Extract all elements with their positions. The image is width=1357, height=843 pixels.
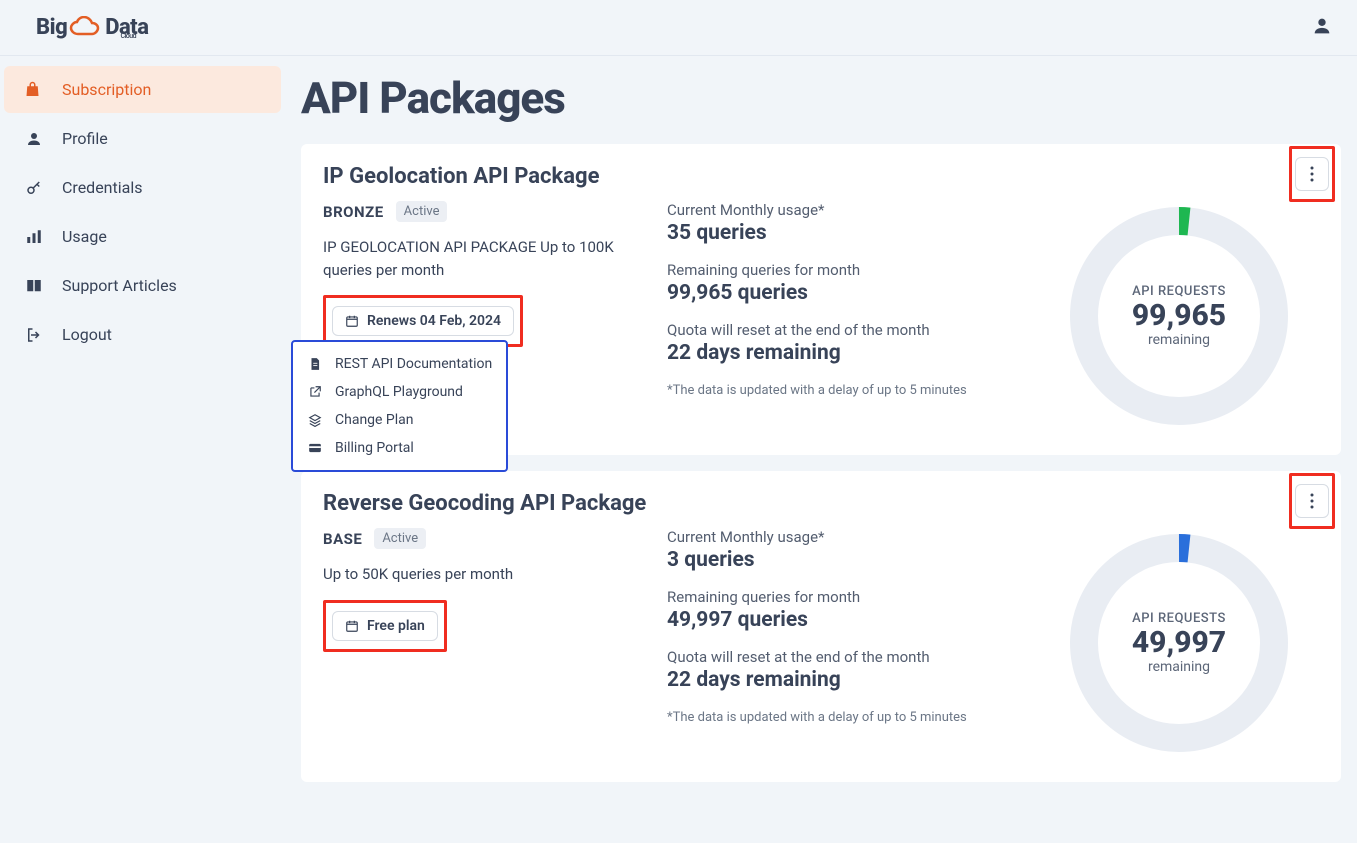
sidebar-item-subscription[interactable]: Subscription	[4, 66, 281, 113]
stat-value: 35 queries	[667, 221, 1015, 245]
package-description: IP GEOLOCATION API PACKAGE Up to 100K qu…	[323, 236, 643, 281]
menu-item-change-plan[interactable]: Change Plan	[293, 406, 506, 434]
stat-label: Quota will reset at the end of the month	[667, 648, 1015, 666]
menu-item-billing[interactable]: Billing Portal	[293, 434, 506, 462]
chart-icon	[24, 228, 44, 246]
more-vertical-icon	[1310, 166, 1314, 182]
stat-value: 49,997 queries	[667, 608, 1015, 632]
sidebar-item-profile[interactable]: Profile	[4, 115, 281, 162]
main-content: API Packages IP Geolocation API Package …	[285, 56, 1357, 843]
menu-item-label: REST API Documentation	[335, 356, 492, 372]
dropdown-menu: REST API Documentation GraphQL Playgroun…	[293, 342, 506, 470]
renewal-chip[interactable]: Renews 04 Feb, 2024	[332, 306, 514, 336]
highlight-box: Free plan	[323, 600, 447, 652]
sidebar-item-label: Logout	[62, 325, 112, 344]
stat-value: 22 days remaining	[667, 341, 1015, 365]
sidebar-item-logout[interactable]: Logout	[4, 311, 281, 358]
sidebar-item-label: Profile	[62, 129, 108, 148]
sidebar-item-label: Credentials	[62, 178, 143, 197]
donut-sub: remaining	[1148, 659, 1210, 675]
sidebar: Subscription Profile Credentials Usage S…	[0, 56, 285, 843]
plan-chip[interactable]: Free plan	[332, 611, 438, 641]
donut-label: API REQUESTS	[1132, 284, 1226, 299]
package-title: IP Geolocation API Package	[323, 164, 599, 189]
donut-chart: API REQUESTS 49,997 remaining	[1064, 528, 1294, 758]
stat-label: Remaining queries for month	[667, 261, 1015, 279]
more-button[interactable]	[1295, 157, 1329, 191]
logo[interactable]: Big Data Cloud	[36, 15, 136, 40]
package-card: Reverse Geocoding API Package BASE Activ…	[301, 471, 1341, 782]
menu-item-graphql[interactable]: GraphQL Playground	[293, 378, 506, 406]
logout-icon	[24, 326, 44, 344]
menu-item-rest-docs[interactable]: REST API Documentation	[293, 350, 506, 378]
credit-card-icon	[307, 441, 323, 455]
calendar-icon	[345, 619, 359, 633]
stat-value: 99,965 queries	[667, 281, 1015, 305]
key-icon	[24, 179, 44, 197]
package-description: Up to 50K queries per month	[323, 563, 643, 586]
donut-value: 99,965	[1132, 299, 1226, 332]
note: *The data is updated with a delay of up …	[667, 381, 1015, 401]
status-badge: Active	[396, 201, 448, 222]
stat-value: 22 days remaining	[667, 668, 1015, 692]
sidebar-item-credentials[interactable]: Credentials	[4, 164, 281, 211]
stat-value: 3 queries	[667, 548, 1015, 572]
donut-value: 49,997	[1132, 626, 1226, 659]
menu-item-label: Billing Portal	[335, 440, 414, 456]
external-link-icon	[307, 385, 323, 399]
stat-label: Current Monthly usage*	[667, 528, 1015, 546]
more-vertical-icon	[1310, 493, 1314, 509]
chip-label: Free plan	[367, 618, 425, 634]
stat-label: Remaining queries for month	[667, 588, 1015, 606]
user-icon[interactable]	[1311, 15, 1333, 41]
menu-item-label: Change Plan	[335, 412, 414, 428]
cloud-icon	[69, 16, 103, 38]
highlight-box: REST API Documentation GraphQL Playgroun…	[291, 340, 508, 472]
highlight-box	[1289, 473, 1335, 529]
page-title: API Packages	[301, 72, 1341, 124]
stat-label: Quota will reset at the end of the month	[667, 321, 1015, 339]
donut-chart: API REQUESTS 99,965 remaining	[1064, 201, 1294, 431]
sidebar-item-support[interactable]: Support Articles	[4, 262, 281, 309]
donut-sub: remaining	[1148, 332, 1210, 348]
status-badge: Active	[374, 528, 426, 549]
person-icon	[24, 130, 44, 148]
more-button[interactable]	[1295, 484, 1329, 518]
topbar: Big Data Cloud	[0, 0, 1357, 56]
sidebar-item-label: Subscription	[62, 80, 151, 99]
note: *The data is updated with a delay of up …	[667, 708, 1015, 728]
chip-label: Renews 04 Feb, 2024	[367, 313, 501, 329]
menu-item-label: GraphQL Playground	[335, 384, 463, 400]
stat-label: Current Monthly usage*	[667, 201, 1015, 219]
book-icon	[24, 277, 44, 295]
layers-icon	[307, 413, 323, 427]
sidebar-item-usage[interactable]: Usage	[4, 213, 281, 260]
donut-label: API REQUESTS	[1132, 611, 1226, 626]
highlight-box	[1289, 146, 1335, 202]
tier-name: BRONZE	[323, 203, 384, 221]
document-icon	[307, 357, 323, 371]
sidebar-item-label: Usage	[62, 227, 107, 246]
calendar-icon	[345, 314, 359, 328]
bag-icon	[24, 81, 44, 99]
tier-name: BASE	[323, 530, 362, 548]
sidebar-item-label: Support Articles	[62, 276, 177, 295]
package-title: Reverse Geocoding API Package	[323, 491, 646, 516]
package-card: IP Geolocation API Package BRONZE Active…	[301, 144, 1341, 455]
